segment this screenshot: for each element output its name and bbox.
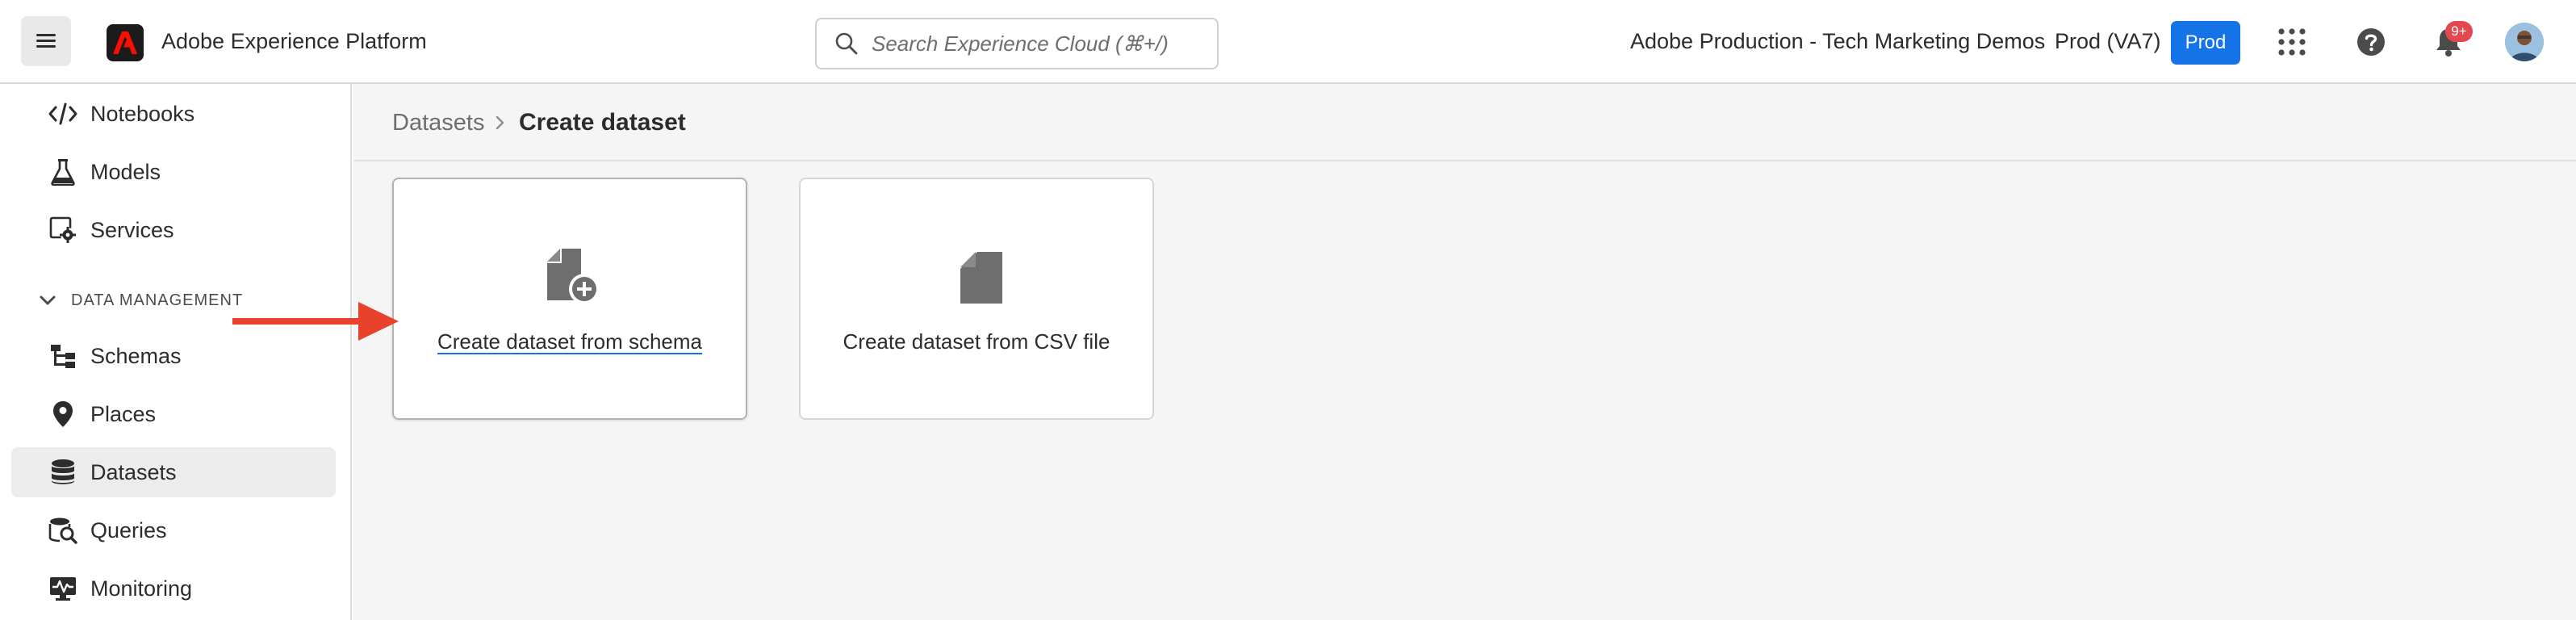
- database-icon: [48, 458, 77, 487]
- monitoring-icon: [48, 574, 77, 603]
- chevron-right-icon: [492, 113, 508, 132]
- sidebar-item-places[interactable]: Places: [11, 389, 336, 439]
- sidebar-item-datasets[interactable]: Datasets: [11, 447, 336, 497]
- sidebar-item-label: Places: [90, 401, 157, 426]
- sidebar-item-label: Queries: [90, 517, 167, 542]
- create-from-csv-card[interactable]: Create dataset from CSV file: [799, 178, 1154, 420]
- left-navigation: Notebooks Models Services DATA MANAGEMEN…: [0, 84, 352, 620]
- app-title[interactable]: Adobe Experience Platform: [161, 29, 427, 54]
- sidebar-item-label: Notebooks: [90, 101, 195, 126]
- adobe-logo-icon[interactable]: [107, 24, 144, 61]
- sidebar-item-label: Schemas: [90, 343, 182, 368]
- services-icon: [48, 216, 77, 245]
- code-icon: [48, 99, 77, 128]
- sidebar-item-label: Datasets: [90, 459, 177, 484]
- org-switcher[interactable]: Adobe Production - Tech Marketing Demos: [1630, 29, 2045, 54]
- chevron-down-icon: [37, 290, 58, 311]
- file-icon: [952, 247, 1009, 307]
- flask-icon: [48, 157, 77, 186]
- hamburger-icon: [36, 34, 56, 48]
- sidebar-item-label: Services: [90, 217, 174, 242]
- search-icon: [833, 30, 860, 57]
- sidebar-item-services[interactable]: Services: [11, 205, 336, 255]
- help-icon[interactable]: [2355, 26, 2387, 58]
- query-icon: [48, 516, 77, 545]
- main-content: Datasets Create dataset Create dataset f…: [353, 84, 2576, 620]
- sidebar-item-monitoring[interactable]: Monitoring: [11, 563, 336, 614]
- top-bar: Adobe Experience Platform Search Experie…: [0, 0, 2576, 84]
- sidebar-item-label: Models: [90, 159, 161, 184]
- create-from-schema-label[interactable]: Create dataset from schema: [394, 329, 746, 354]
- sidebar-item-label: Monitoring: [90, 576, 193, 601]
- user-avatar[interactable]: [2505, 23, 2544, 61]
- search-input[interactable]: Search Experience Cloud (⌘+/): [815, 18, 1219, 69]
- schema-icon: [48, 341, 77, 371]
- breadcrumb-datasets-link[interactable]: Datasets: [392, 110, 484, 136]
- annotation-arrow: [232, 299, 402, 344]
- location-pin-icon: [48, 400, 77, 429]
- notification-badge: 9+: [2445, 21, 2473, 42]
- menu-toggle-button[interactable]: [21, 16, 71, 66]
- section-data-management[interactable]: DATA MANAGEMENT: [37, 284, 243, 316]
- sandbox-switcher[interactable]: Prod (VA7): [2055, 29, 2161, 54]
- sidebar-item-notebooks[interactable]: Notebooks: [11, 89, 336, 139]
- app-switcher-icon[interactable]: [2276, 26, 2308, 58]
- sandbox-badge[interactable]: Prod: [2171, 21, 2240, 65]
- create-from-csv-label[interactable]: Create dataset from CSV file: [801, 329, 1152, 354]
- sidebar-item-queries[interactable]: Queries: [11, 505, 336, 555]
- page-title: Create dataset: [519, 109, 686, 136]
- create-from-schema-card[interactable]: Create dataset from schema: [392, 178, 747, 420]
- section-label: DATA MANAGEMENT: [71, 291, 244, 309]
- search-placeholder: Search Experience Cloud (⌘+/): [872, 31, 1169, 56]
- sidebar-item-models[interactable]: Models: [11, 147, 336, 197]
- file-add-icon: [546, 247, 602, 307]
- breadcrumb: Datasets Create dataset: [353, 84, 2576, 161]
